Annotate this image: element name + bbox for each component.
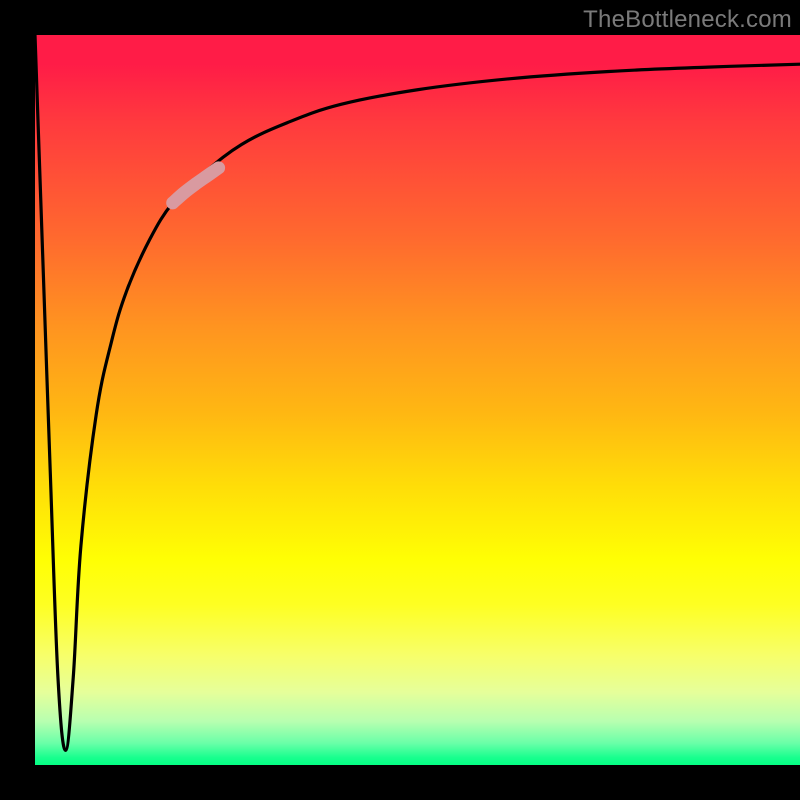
watermark-text: TheBottleneck.com [583,6,792,34]
chart-frame: TheBottleneck.com [0,0,800,800]
bottleneck-curve [35,35,800,750]
highlight-segment [173,168,219,203]
curve-layer [35,35,800,765]
plot-area [35,35,800,765]
